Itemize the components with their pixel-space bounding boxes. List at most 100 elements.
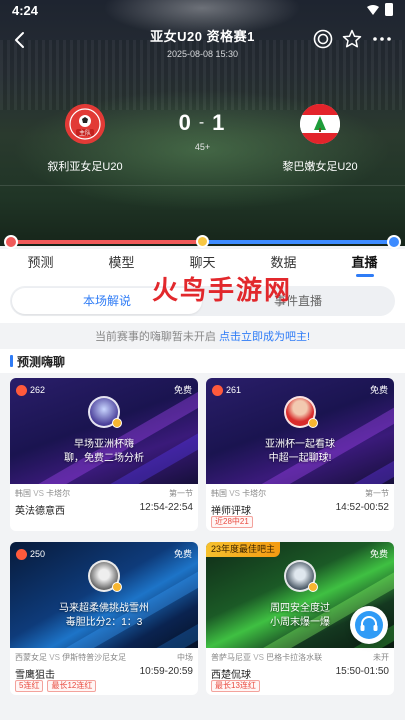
streak-tag: 5连红: [15, 680, 44, 692]
possession-bar: [0, 235, 405, 249]
card-host: 雪鹰狙击 10:59-20:59: [15, 666, 193, 681]
tab-prediction[interactable]: 预测: [0, 249, 81, 279]
league-away: 巴格卡拉洛水联: [266, 653, 323, 662]
watermark: 火鸟手游网: [152, 276, 293, 306]
away-possession: [207, 240, 397, 244]
fire-icon: [16, 384, 27, 396]
home-badge: 主队: [65, 104, 105, 144]
card-match: 韩国 VS 卡塔尔 第一节: [15, 488, 193, 499]
card-match: 西蒙女足 VS 伊斯特普沙尼女足 中场: [15, 652, 193, 663]
card-tags: 近28中21: [211, 516, 253, 528]
become-host-link[interactable]: 点击立即成为吧主!: [219, 331, 310, 343]
target-icon[interactable]: [312, 28, 334, 50]
league-home: 韩国: [15, 489, 31, 498]
hot-count: 262: [16, 383, 45, 397]
customer-service-button[interactable]: [350, 606, 388, 644]
card-host: 禅师评球 14:52-00:52: [211, 502, 389, 517]
lebanon-flag-icon: [300, 104, 340, 144]
card-match: 普萨马尼亚 VS 巴格卡拉洛水联 未开: [211, 652, 389, 663]
league-away: 伊斯特普沙尼女足: [62, 653, 127, 662]
free-badge: 免费: [173, 549, 192, 559]
home-badge-icon: 主队: [65, 104, 105, 144]
free-badge: 免费: [369, 549, 388, 559]
hot-value: 261: [226, 385, 242, 395]
award-badge: 23年度最佳吧主: [206, 542, 281, 557]
league-home: 普萨马尼亚: [211, 653, 251, 662]
card-host: 英法德意西 12:54-22:54: [15, 502, 193, 517]
hot-count: 250: [16, 547, 45, 561]
caption-line: 亚洲杯一起看球: [265, 439, 335, 450]
home-shield-icon: [4, 235, 18, 249]
tab-model[interactable]: 模型: [81, 249, 162, 279]
home-team-name: 叙利亚女足U20: [47, 161, 123, 173]
star-icon[interactable]: [341, 28, 363, 50]
league-away: 卡塔尔: [242, 489, 267, 498]
free-badge: 免费: [369, 385, 388, 395]
streak-tag: 最长12连红: [47, 680, 97, 692]
league-away: 卡塔尔: [46, 489, 71, 498]
card-tags: 最长13连红: [211, 680, 260, 692]
card-match: 韩国 VS 卡塔尔 第一节: [211, 488, 389, 499]
away-score: 1: [212, 110, 227, 135]
hot-value: 262: [30, 385, 46, 395]
match-title: 亚女U20 资格赛1: [150, 29, 255, 44]
home-team[interactable]: 主队 叙利亚女足U20: [30, 104, 140, 174]
vs-icon: [196, 235, 209, 248]
match-stage: 中场: [177, 653, 193, 662]
battery-icon: [385, 3, 393, 16]
caption-line: 中超一起聊球!: [268, 453, 332, 464]
league-home: 西蒙女足: [15, 653, 47, 662]
fire-icon: [16, 548, 27, 560]
scoreboard: 0-1 45+: [150, 110, 255, 152]
free-badge: 免费: [173, 385, 192, 395]
card-cover: 250 免费 马来超柔佛挑战雪州 毒胆比分2：1：3: [10, 542, 198, 648]
card-tags: 5连红 最长12连红: [15, 680, 97, 692]
match-date: 2025-08-08 15:30: [166, 49, 239, 59]
caption-line: 早场亚洲杯嗨: [74, 439, 134, 450]
crown-icon: [308, 418, 318, 428]
chat-room-card[interactable]: 262 免费 早场亚洲杯嗨 聊，免费二场分析 韩国 VS 卡塔尔 第一节 英法德…: [10, 378, 198, 531]
streak-tag: 最长13连红: [211, 680, 260, 692]
chat-time: 14:52-00:52: [335, 502, 389, 513]
tab-live[interactable]: 直播: [324, 249, 405, 279]
score: 0-1: [150, 110, 255, 136]
notice-text: 当前赛事的嗨聊暂未开启: [94, 331, 219, 343]
crown-icon: [112, 418, 122, 428]
chat-room-card[interactable]: 250 免费 马来超柔佛挑战雪州 毒胆比分2：1：3 西蒙女足 VS 伊斯特普沙…: [10, 542, 198, 695]
back-arrow-icon[interactable]: [8, 28, 32, 52]
more-icon[interactable]: [371, 28, 393, 50]
away-team-name: 黎巴嫩女足U20: [282, 161, 358, 173]
away-shield-icon: [387, 235, 401, 249]
headset-icon: [355, 611, 383, 639]
match-stage: 第一节: [365, 489, 389, 498]
pitch-line: [0, 185, 405, 186]
card-caption: 早场亚洲杯嗨 聊，免费二场分析: [18, 438, 190, 466]
section-header: 预测嗨聊: [0, 349, 405, 373]
chat-time: 15:50-01:50: [335, 666, 389, 677]
match-header: 4:24 亚女U20 资格赛1 2025-08-08 15:30 主队 叙利亚女…: [0, 0, 405, 246]
vs-label: VS: [49, 653, 60, 662]
vs-label: VS: [253, 653, 264, 662]
home-possession: [8, 240, 198, 244]
chat-time: 10:59-20:59: [139, 666, 193, 677]
chat-room-card[interactable]: 261 免费 亚洲杯一起看球 中超一起聊球! 韩国 VS 卡塔尔 第一节 禅师评…: [206, 378, 394, 531]
chat-notice: 当前赛事的嗨聊暂未开启 点击立即成为吧主!: [0, 328, 405, 344]
score-separator: -: [198, 114, 207, 131]
caption-line: 毒胆比分2：1：3: [65, 617, 143, 628]
wifi-icon: [367, 4, 379, 15]
card-caption: 马来超柔佛挑战雪州 毒胆比分2：1：3: [18, 602, 190, 630]
league-home: 韩国: [211, 489, 227, 498]
chat-time: 12:54-22:54: [139, 502, 193, 513]
vs-label: VS: [229, 489, 240, 498]
match-title-block: 亚女U20 资格赛1 2025-08-08 15:30: [100, 26, 305, 59]
section-title: 预测嗨聊: [17, 355, 66, 369]
card-cover: 262 免费 早场亚洲杯嗨 聊，免费二场分析: [10, 378, 198, 484]
status-icons: [367, 3, 393, 16]
caption-line: 马来超柔佛挑战雪州: [59, 603, 149, 614]
crown-icon: [112, 582, 122, 592]
match-stage: 第一节: [169, 489, 193, 498]
away-team[interactable]: 黎巴嫩女足U20: [265, 104, 375, 174]
card-host: 西楚侃球 15:50-01:50: [211, 666, 389, 681]
card-cover: 261 免费 亚洲杯一起看球 中超一起聊球!: [206, 378, 394, 484]
card-caption: 亚洲杯一起看球 中超一起聊球!: [214, 438, 386, 466]
